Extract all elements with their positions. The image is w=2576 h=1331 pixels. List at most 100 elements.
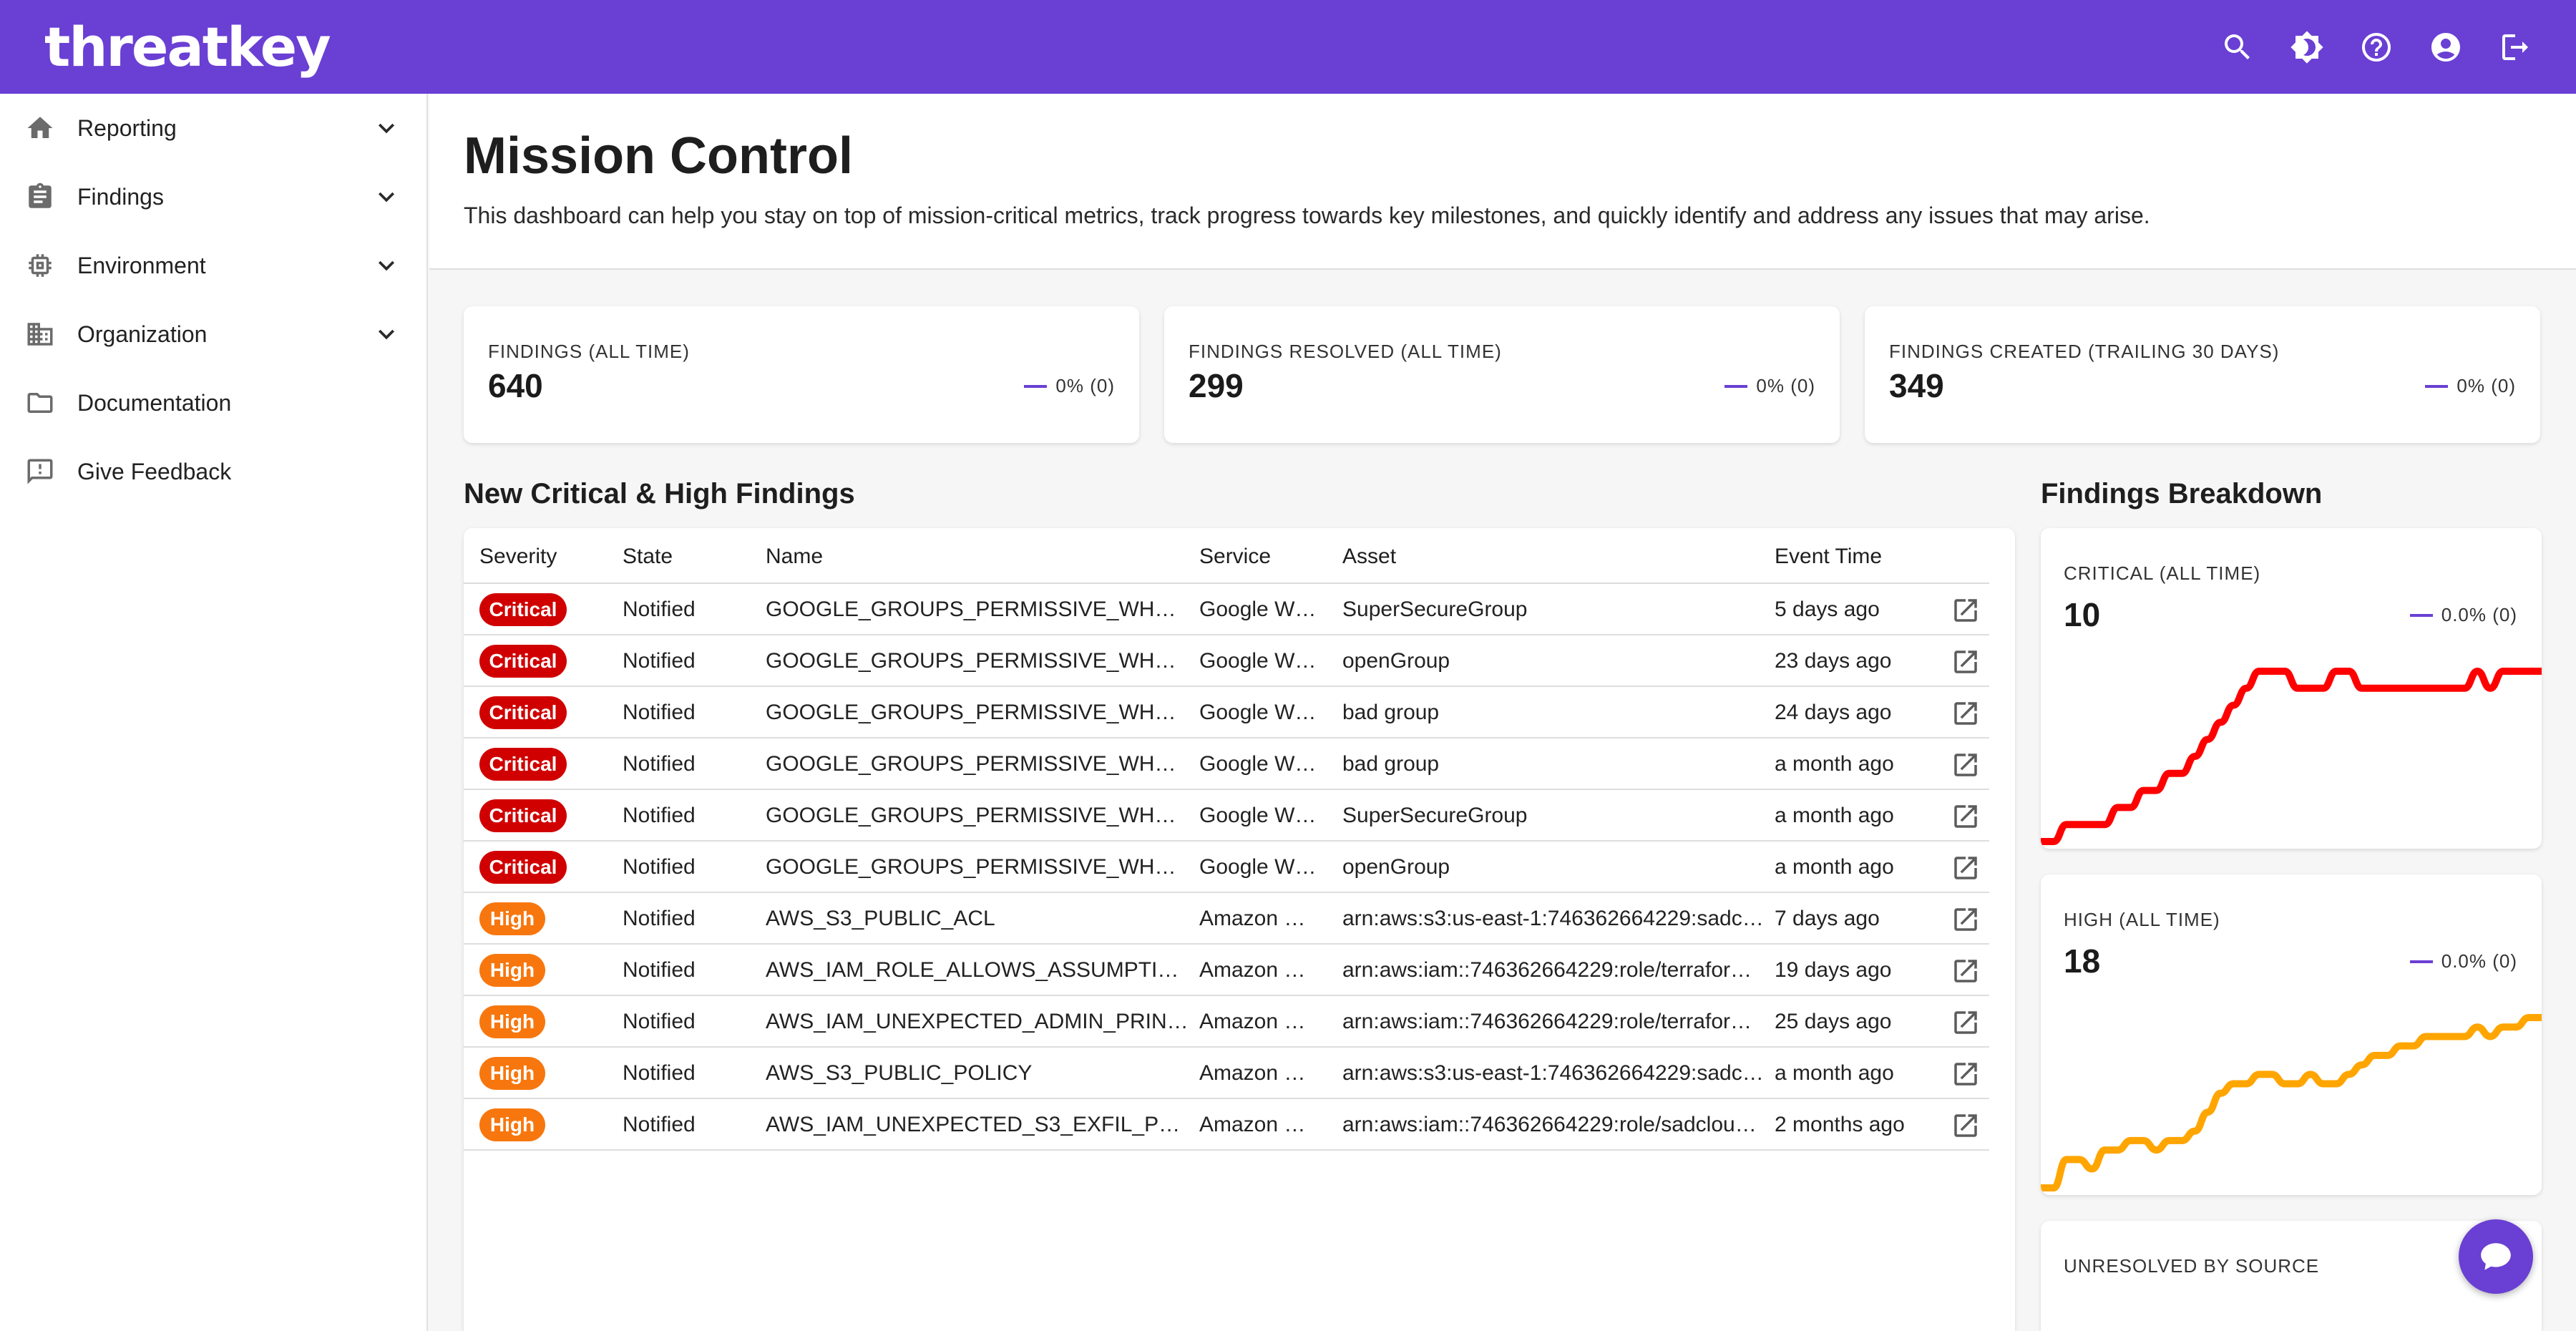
open-external-icon[interactable] <box>1951 905 1982 936</box>
cell-service: Amazon … <box>1199 1010 1306 1033</box>
sidebar-item-label: Environment <box>77 252 206 278</box>
column-header-event-time[interactable]: Event Time <box>1775 545 1882 569</box>
column-header-severity[interactable]: Severity <box>479 545 557 569</box>
cell-asset: openGroup <box>1342 855 1450 879</box>
stat-card-findings-created: FINDINGS CREATED (TRAILING 30 DAYS) 349 … <box>1865 306 2540 443</box>
stat-value: 299 <box>1189 367 1244 404</box>
open-external-icon[interactable] <box>1951 1008 1982 1039</box>
cell-asset: arn:aws:s3:us-east-1:746362664229:sadc… <box>1342 1061 1764 1085</box>
cell-name: GOOGLE_GROUPS_PERMISSIVE_WH… <box>766 649 1176 673</box>
cell-event-time: 19 days ago <box>1775 958 1892 982</box>
table-row[interactable]: High Notified AWS_IAM_UNEXPECTED_S3_EXFIL_… <box>464 1099 1989 1151</box>
cell-service: Google W… <box>1199 752 1317 776</box>
column-header-name[interactable]: Name <box>766 545 823 569</box>
breakdown-trend: 0.0% (0) <box>2409 950 2517 972</box>
open-external-icon[interactable] <box>1951 595 1982 627</box>
breakdown-section-title: Findings Breakdown <box>2041 478 2323 510</box>
chevron-down-icon[interactable] <box>371 318 402 350</box>
column-header-asset[interactable]: Asset <box>1342 545 1396 569</box>
chip-icon <box>24 250 56 281</box>
cell-name: AWS_IAM_UNEXPECTED_S3_EXFIL_P… <box>766 1113 1181 1136</box>
stat-card-findings-resolved: FINDINGS RESOLVED (ALL TIME) 299 0% (0) <box>1164 306 1840 443</box>
breakdown-trend: 0.0% (0) <box>2409 604 2517 626</box>
threatkey-logo[interactable]: threatkey <box>44 15 331 79</box>
chat-button[interactable] <box>2459 1219 2533 1294</box>
table-row[interactable]: High Notified AWS_IAM_UNEXPECTED_ADMIN_PRI… <box>464 996 1989 1048</box>
open-external-icon[interactable] <box>1951 956 1982 988</box>
sidebar-item-reporting[interactable]: Reporting <box>0 94 426 162</box>
trend-text: 0% (0) <box>1756 375 1815 396</box>
cell-state: Notified <box>623 701 696 724</box>
table-row[interactable]: Critical Notified GOOGLE_GROUPS_PERMISSIVE… <box>464 842 1989 893</box>
sidebar-item-label: Documentation <box>77 389 232 416</box>
table-row[interactable]: Critical Notified GOOGLE_GROUPS_PERMISSIVE… <box>464 584 1989 635</box>
cell-event-time: a month ago <box>1775 752 1894 776</box>
severity-badge: Critical <box>479 851 567 884</box>
chevron-down-icon[interactable] <box>371 250 402 281</box>
cell-state: Notified <box>623 958 696 982</box>
open-external-icon[interactable] <box>1951 647 1982 678</box>
open-external-icon[interactable] <box>1951 1111 1982 1142</box>
findings-table: Severity State Name Service Asset Event … <box>464 528 2015 1331</box>
table-row[interactable]: Critical Notified GOOGLE_GROUPS_PERMISSIVE… <box>464 687 1989 738</box>
severity-badge: Critical <box>479 593 567 626</box>
sidebar-item-label: Findings <box>77 183 164 210</box>
table-row[interactable]: Critical Notified GOOGLE_GROUPS_PERMISSIVE… <box>464 790 1989 842</box>
table-row[interactable]: Critical Notified GOOGLE_GROUPS_PERMISSIVE… <box>464 738 1989 790</box>
severity-badge: High <box>479 1108 545 1141</box>
cell-service: Amazon … <box>1199 1113 1306 1136</box>
cell-name: GOOGLE_GROUPS_PERMISSIVE_WH… <box>766 701 1176 724</box>
sidebar-item-label: Organization <box>77 321 208 347</box>
logout-icon[interactable] <box>2497 29 2533 65</box>
breakdown-value: 10 <box>2064 596 2101 633</box>
cell-asset: SuperSecureGroup <box>1342 804 1528 827</box>
cell-state: Notified <box>623 855 696 879</box>
cell-event-time: 23 days ago <box>1775 649 1892 673</box>
table-row[interactable]: High Notified AWS_S3_PUBLIC_POLICY Amazon …… <box>464 1048 1989 1099</box>
cell-state: Notified <box>623 1061 696 1085</box>
breakdown-label: UNRESOLVED BY SOURCE <box>2064 1255 2320 1277</box>
cell-event-time: 2 months ago <box>1775 1113 1905 1136</box>
table-row[interactable]: Critical Notified GOOGLE_GROUPS_PERMISSIVE… <box>464 635 1989 687</box>
cell-asset: arn:aws:iam::746362664229:role/sadclou… <box>1342 1113 1757 1136</box>
home-icon <box>24 112 56 144</box>
page-description: This dashboard can help you stay on top … <box>464 203 2150 228</box>
sidebar-nav: Reporting Findings Environment Organizat… <box>0 94 428 1331</box>
open-external-icon[interactable] <box>1951 750 1982 781</box>
feedback-icon <box>24 456 56 487</box>
cell-event-time: a month ago <box>1775 804 1894 827</box>
search-icon[interactable] <box>2220 29 2255 65</box>
stat-label: FINDINGS CREATED (TRAILING 30 DAYS) <box>1889 341 2280 362</box>
cell-name: GOOGLE_GROUPS_PERMISSIVE_WH… <box>766 804 1176 827</box>
breakdown-card-critical: CRITICAL (ALL TIME) 10 0.0% (0) <box>2041 528 2542 849</box>
cell-asset: arn:aws:iam::746362664229:role/terrafor… <box>1342 1010 1752 1033</box>
stat-trend: 0% (0) <box>2425 375 2516 397</box>
trend-line-icon <box>1024 384 1048 388</box>
sidebar-item-environment[interactable]: Environment <box>0 231 426 300</box>
table-header: Severity State Name Service Asset Event … <box>464 528 1989 584</box>
severity-badge: High <box>479 1005 545 1038</box>
help-icon[interactable] <box>2358 29 2394 65</box>
open-external-icon[interactable] <box>1951 853 1982 884</box>
table-row[interactable]: High Notified AWS_S3_PUBLIC_ACL Amazon … arn… <box>464 893 1989 945</box>
cell-service: Google W… <box>1199 701 1317 724</box>
sidebar-item-label: Give Feedback <box>77 458 232 484</box>
chevron-down-icon[interactable] <box>371 112 402 144</box>
open-external-icon[interactable] <box>1951 801 1982 833</box>
trend-line-icon <box>1724 384 1748 388</box>
column-header-state[interactable]: State <box>623 545 673 569</box>
cell-asset: openGroup <box>1342 649 1450 673</box>
account-icon[interactable] <box>2428 29 2464 65</box>
chevron-down-icon[interactable] <box>371 181 402 213</box>
cell-state: Notified <box>623 1113 696 1136</box>
sidebar-item-findings[interactable]: Findings <box>0 162 426 231</box>
open-external-icon[interactable] <box>1951 1059 1982 1091</box>
sidebar-item-organization[interactable]: Organization <box>0 300 426 369</box>
theme-toggle-icon[interactable] <box>2289 29 2325 65</box>
table-row[interactable]: High Notified AWS_IAM_ROLE_ALLOWS_ASSUMPTI… <box>464 945 1989 996</box>
sidebar-item-documentation[interactable]: Documentation <box>0 369 426 437</box>
sidebar-item-give-feedback[interactable]: Give Feedback <box>0 437 426 506</box>
cell-state: Notified <box>623 804 696 827</box>
column-header-service[interactable]: Service <box>1199 545 1271 569</box>
open-external-icon[interactable] <box>1951 698 1982 730</box>
